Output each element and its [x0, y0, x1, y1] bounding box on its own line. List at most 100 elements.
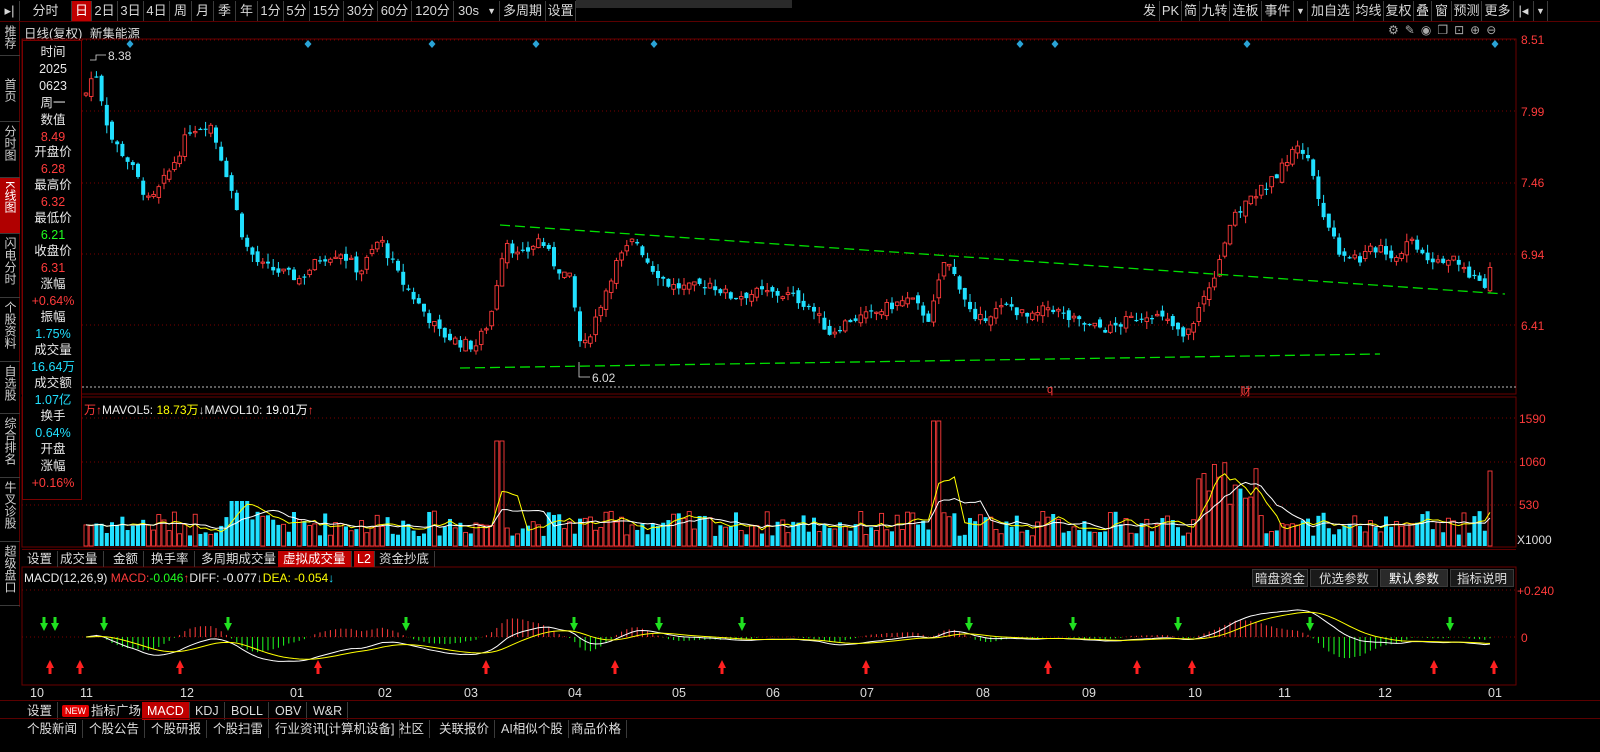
- candle-body-up: [1056, 308, 1061, 312]
- btn-optimal-params[interactable]: 优选参数: [1310, 569, 1378, 587]
- eye-icon[interactable]: ◉: [1421, 23, 1437, 37]
- volume-bar-up: [208, 533, 214, 547]
- buy-signal-arrow-icon: [314, 660, 322, 674]
- draw-icon[interactable]: ✎: [1405, 23, 1421, 37]
- settings-icon[interactable]: ⚙: [1388, 23, 1405, 37]
- candle-body-down: [848, 319, 853, 323]
- candle-body-down: [1139, 318, 1144, 320]
- event-q-mark[interactable]: q: [1047, 384, 1053, 396]
- volume-bar-up: [88, 525, 94, 547]
- month-tick: 02: [378, 686, 392, 700]
- candle-body-up: [764, 290, 770, 293]
- subtab-amount[interactable]: 金额: [108, 551, 145, 567]
- candle-body-down: [557, 269, 562, 274]
- volume-bar-up: [281, 523, 287, 547]
- sell-signal-arrow-icon: [40, 617, 48, 631]
- volume-bar-down: [916, 524, 920, 546]
- price-tick: 8.51: [1521, 33, 1545, 47]
- candle-body-down: [822, 317, 827, 330]
- candle-body-up: [1217, 259, 1222, 277]
- kline-chart[interactable]: [0, 0, 1600, 752]
- candle-body-up: [1352, 254, 1358, 259]
- month-tick: 01: [290, 686, 304, 700]
- candle-body-down: [302, 276, 307, 278]
- month-tick: 06: [766, 686, 780, 700]
- sell-signal-arrow-icon: [100, 617, 108, 631]
- btn-dark-pool[interactable]: 暗盘资金: [1252, 569, 1308, 587]
- candle-body-down: [344, 253, 348, 261]
- btn-indicator-help[interactable]: 指标说明: [1450, 569, 1514, 587]
- candle-body-down: [1077, 316, 1082, 320]
- subtab-multi-volume[interactable]: 多周期成交量: [196, 551, 283, 567]
- volume-bar-down: [1238, 488, 1243, 546]
- buy-signal-arrow-icon: [1490, 660, 1498, 674]
- sell-signal-arrow-icon: [224, 617, 232, 631]
- info-high-label: 最高价: [34, 178, 72, 192]
- candle-body-down: [416, 298, 421, 304]
- candle-body-up: [1404, 241, 1410, 256]
- lock-icon[interactable]: ⊡: [1454, 23, 1470, 37]
- subtab-fund-bottom[interactable]: 资金抄底: [374, 551, 436, 567]
- candle-body-down: [1472, 274, 1477, 277]
- candle-body-down: [318, 260, 322, 262]
- subtab-volume[interactable]: 成交量: [55, 551, 104, 567]
- l2-badge[interactable]: L2: [354, 551, 375, 567]
- news-tab-commodity[interactable]: 商品价格: [566, 720, 628, 738]
- candle-body-up: [879, 311, 884, 316]
- volume-bar-up: [691, 528, 697, 547]
- volume-bar-up: [161, 519, 167, 547]
- candle-body-down: [760, 286, 764, 290]
- volume-bar-up: [296, 519, 302, 547]
- copy-icon[interactable]: ❐: [1437, 23, 1454, 37]
- candle-body-up: [1248, 195, 1254, 205]
- candle-body-down: [1337, 237, 1342, 255]
- info-open-label-2: 开盘: [40, 442, 66, 456]
- buy-signal-arrow-icon: [76, 660, 84, 674]
- candle-body-up: [1253, 196, 1259, 199]
- volume-bar-up: [166, 530, 172, 547]
- info-turnover-amount-label: 成交额: [34, 376, 72, 390]
- volume-bar-up: [530, 521, 536, 547]
- diff-line: [85, 609, 1491, 662]
- candle-body-up: [312, 259, 318, 271]
- subtab-settings[interactable]: 设置: [22, 551, 59, 567]
- volume-bar-down: [1384, 516, 1388, 546]
- news-tab-community[interactable]: 社区: [394, 720, 431, 738]
- news-tab-related-quotes[interactable]: 关联报价: [434, 720, 496, 738]
- news-tab-research[interactable]: 个股研报: [146, 720, 208, 738]
- news-tab-scan[interactable]: 个股扫雷: [208, 720, 270, 738]
- volume-bar-down: [838, 522, 842, 546]
- volume-bar-down: [104, 532, 109, 546]
- news-tab-ai-similar[interactable]: AI相似个股: [496, 720, 569, 738]
- info-open-change-label: 涨幅: [40, 459, 66, 473]
- event-diamond-icon: [1491, 40, 1499, 48]
- volume-bar-up: [603, 511, 609, 547]
- news-tab-stock-news[interactable]: 个股新闻: [22, 720, 84, 738]
- zoom-out-icon[interactable]: ⊖: [1486, 23, 1502, 37]
- news-tab-announcements[interactable]: 个股公告: [84, 720, 146, 738]
- volume-header: 万↑MAVOL5: 18.73万↓MAVOL10: 19.01万↑: [84, 401, 314, 418]
- candle-body-down: [1061, 312, 1066, 314]
- event-diamond-icon: [532, 40, 540, 48]
- btn-default-params[interactable]: 默认参数: [1380, 569, 1448, 587]
- volume-bar-up: [1123, 518, 1129, 547]
- candle-body-down: [1342, 251, 1347, 256]
- candle-body-down: [926, 313, 931, 322]
- volume-bar-down: [1311, 535, 1316, 546]
- candle-body-down: [271, 266, 276, 271]
- volume-bar-down: [99, 523, 104, 546]
- candle-body-up: [515, 251, 520, 255]
- buy-signal-arrow-icon: [1188, 660, 1196, 674]
- event-financial-mark[interactable]: 财: [1240, 383, 1251, 399]
- month-tick: 11: [1278, 686, 1291, 700]
- subtab-virtual-volume[interactable]: 虚拟成交量: [278, 551, 352, 567]
- volume-tick: 1060: [1519, 455, 1546, 469]
- news-tab-industry[interactable]: 行业资讯[计算机设备]: [270, 720, 401, 738]
- volume-bar-up: [608, 510, 614, 547]
- diff-value: -0.077: [222, 571, 257, 585]
- zoom-in-icon[interactable]: ⊕: [1470, 23, 1486, 37]
- chart-tools: ⚙✎◉❐⊡⊕⊖: [1388, 23, 1514, 39]
- sell-signal-arrow-icon: [738, 617, 746, 631]
- subtab-turnover[interactable]: 换手率: [146, 551, 195, 567]
- candle-body-down: [1066, 310, 1071, 321]
